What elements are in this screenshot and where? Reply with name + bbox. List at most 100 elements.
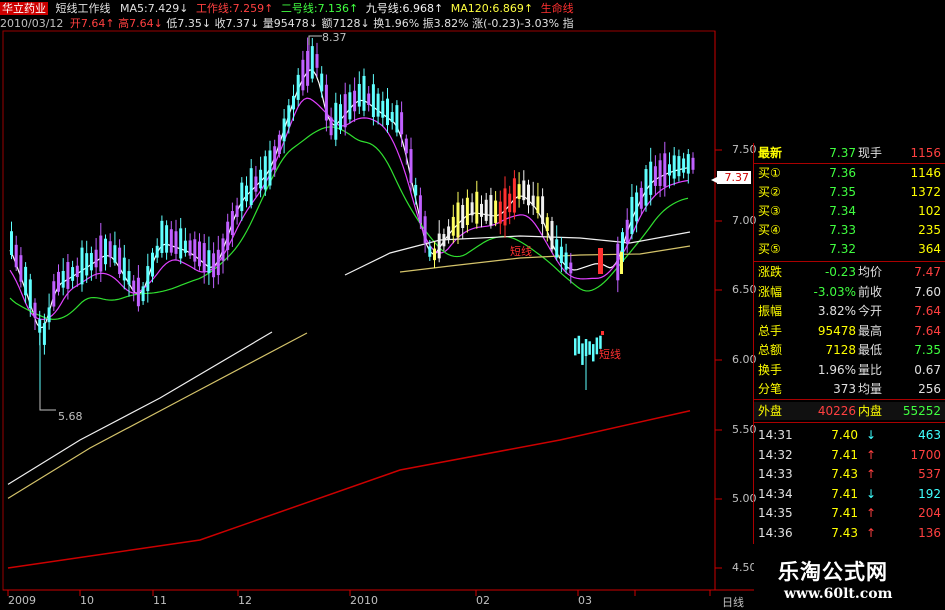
work-line — [9, 97, 689, 321]
ma120-line — [7, 410, 691, 569]
candle-body — [620, 252, 623, 274]
candle-body — [649, 161, 653, 195]
candle-body — [47, 307, 51, 323]
candle-body — [263, 156, 267, 190]
latest-value: 7.37 — [829, 146, 856, 160]
candle-body — [428, 246, 432, 257]
candle-body — [151, 252, 154, 277]
stat-value: 7.64 — [914, 304, 941, 318]
bid-row: 买① 7.36 1146 — [754, 164, 945, 182]
bid-label: 买② — [758, 185, 781, 199]
candle-body — [207, 250, 211, 274]
candle-body — [160, 220, 164, 253]
inner-label: 内盘 — [858, 404, 883, 418]
candle-body — [301, 59, 305, 91]
outer-inner-row: 外盘 40226 内盘 55252 — [754, 402, 945, 420]
stat-value: 1.96% — [817, 362, 856, 377]
stat-value: -0.23 — [824, 265, 856, 279]
candle-body — [498, 201, 502, 224]
candle-body — [230, 211, 234, 236]
candle-body — [320, 73, 324, 92]
candle-body — [545, 217, 549, 231]
candle-body — [541, 196, 545, 225]
candle-body — [118, 247, 122, 275]
candle-body — [80, 247, 84, 285]
candle-body — [616, 243, 620, 281]
stat-label: 换手 — [758, 362, 783, 377]
candle-body — [564, 252, 568, 270]
candle-body — [677, 156, 681, 177]
stat-value: 0.67 — [914, 362, 941, 377]
candle-body — [386, 98, 389, 126]
candle-body — [682, 158, 686, 173]
stat-value: 7.64 — [914, 323, 941, 338]
stat-label: 均量 — [858, 382, 883, 396]
period-label[interactable]: 日线 — [722, 594, 744, 610]
stat-value: -3.03% — [813, 284, 856, 299]
tick-arrow-icon: ↑ — [866, 447, 877, 462]
tick-price: 7.43 — [831, 525, 858, 540]
candle-body — [400, 112, 404, 135]
tick-row: 14:34 7.41 ↓ 192 — [754, 484, 945, 504]
candle-body — [451, 216, 455, 236]
divider — [754, 261, 945, 262]
candle-body — [89, 252, 93, 271]
tick-arrow-icon: ↓ — [866, 486, 877, 501]
bid-row: 买③ 7.34 102 — [754, 202, 945, 220]
candle-body — [480, 203, 483, 217]
candle-body — [423, 216, 427, 243]
candle-body — [414, 184, 418, 196]
candle-body — [635, 192, 639, 222]
candle-body — [132, 280, 136, 292]
candle-body — [334, 102, 338, 140]
candle-body — [108, 241, 112, 258]
candle-body — [329, 117, 333, 136]
x-tick-label: 11 — [153, 594, 167, 607]
stat-row: 分笔 373 均量 256 — [754, 380, 945, 398]
latest-row: 最新 7.37 现手 1156 — [754, 144, 945, 162]
candle-body — [287, 105, 291, 127]
stat-value: 7.60 — [914, 284, 941, 299]
candle-body — [348, 92, 352, 120]
candle-body — [598, 248, 603, 274]
candle-body — [165, 225, 169, 253]
x-tick-label: 2010 — [350, 594, 378, 607]
candle-body — [193, 239, 197, 262]
candle-body — [292, 95, 295, 110]
tick-row: 14:32 7.41 ↑ 1700 — [754, 445, 945, 465]
candle-body — [85, 253, 89, 276]
watermark-url: www.60lt.com — [784, 586, 893, 602]
candle-body — [595, 337, 599, 355]
watermark: 乐淘公式网 www.60lt.com — [754, 552, 945, 609]
bid-label: 买① — [758, 166, 781, 180]
candle-body — [268, 150, 272, 186]
stat-label: 最低 — [858, 343, 883, 357]
candle-body — [691, 157, 695, 170]
tick-time: 14:36 — [758, 525, 793, 540]
candle-body — [517, 184, 521, 199]
tick-price: 7.43 — [831, 467, 858, 481]
tick-volume: 192 — [918, 486, 941, 501]
candle-body — [574, 338, 577, 356]
hand-label: 现手 — [858, 146, 883, 160]
candle-body — [141, 286, 145, 302]
candle-body — [24, 266, 28, 296]
candle-body — [465, 197, 469, 225]
candle-body — [550, 221, 554, 250]
candle-body — [357, 84, 361, 107]
candle-body — [592, 344, 595, 362]
candle-body — [146, 266, 150, 292]
bottom-line — [7, 332, 308, 499]
candle-body — [555, 239, 559, 258]
tick-price: 7.41 — [831, 486, 858, 501]
tick-arrow-icon: ↑ — [866, 525, 877, 540]
candle-body — [310, 46, 314, 79]
candle-body — [531, 195, 535, 206]
candle-body — [639, 187, 643, 209]
candle-body — [658, 160, 662, 186]
stat-value: 373 — [833, 382, 856, 396]
candle-body — [581, 343, 584, 365]
candle-body — [61, 270, 65, 288]
tick-row: 14:33 7.43 ↑ 537 — [754, 464, 945, 484]
candle-body — [672, 155, 676, 179]
